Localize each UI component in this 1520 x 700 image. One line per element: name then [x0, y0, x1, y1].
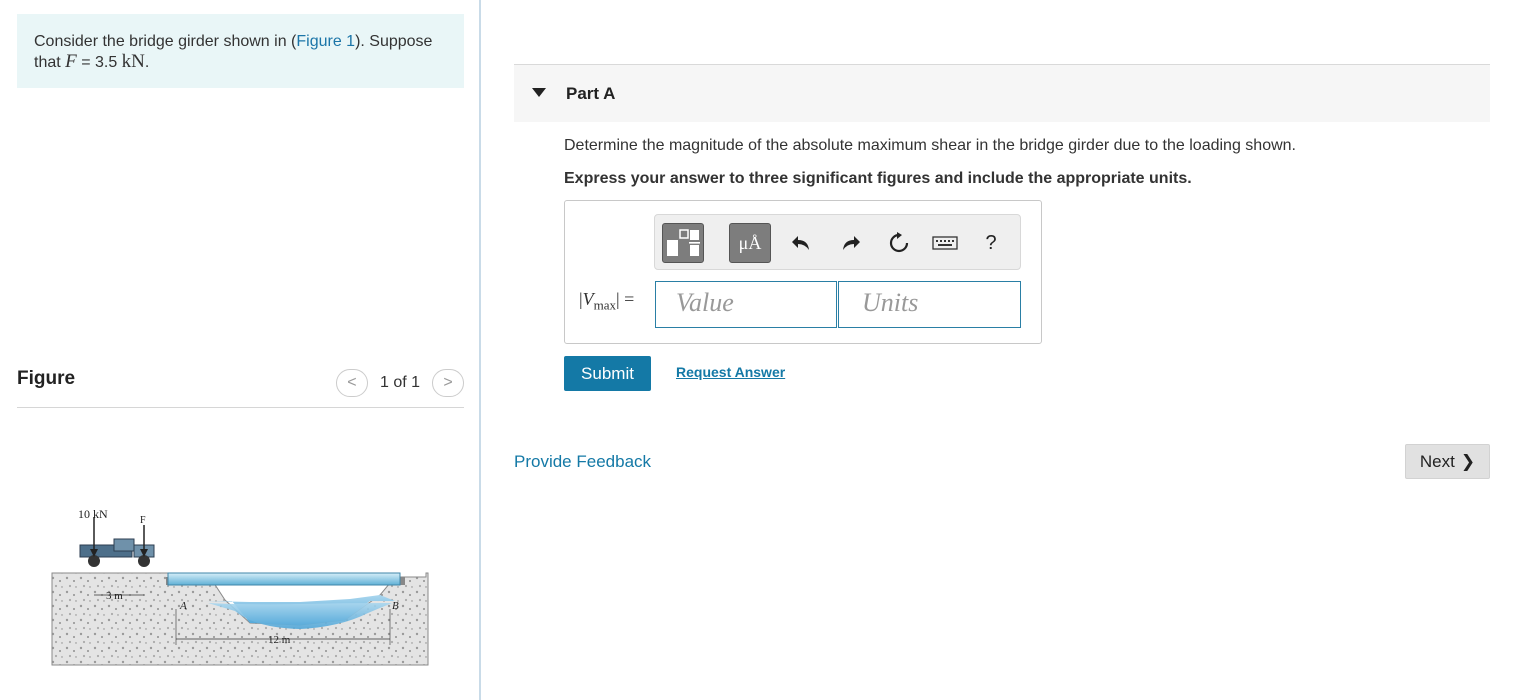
- support-a-label: A: [179, 600, 187, 612]
- problem-text: Consider the bridge girder shown in (: [34, 33, 297, 50]
- instruction-text: Express your answer to three significant…: [564, 170, 1192, 187]
- redo-icon[interactable]: [837, 229, 865, 257]
- bridge-girder-figure: 10 kN F 3 m A B 12 m: [51, 507, 429, 666]
- question-text: Determine the magnitude of the absolute …: [564, 137, 1296, 154]
- chevron-right-icon: >: [443, 374, 453, 391]
- prev-figure-button[interactable]: <: [335, 369, 368, 397]
- templates-button[interactable]: [662, 223, 704, 263]
- undo-icon[interactable]: [787, 229, 815, 257]
- load-label: 10 kN: [78, 507, 108, 521]
- span-label: 12 m: [268, 634, 291, 646]
- problem-statement: Consider the bridge girder shown in (Fig…: [17, 14, 464, 88]
- figure-pager: < 1 of 1 >: [335, 369, 464, 397]
- answer-var: V: [582, 289, 594, 309]
- figure-header: Figure < 1 of 1 >: [17, 364, 464, 408]
- support-b-label: B: [392, 600, 399, 612]
- figure-title: Figure: [17, 368, 76, 389]
- answer-box: μÅ ? |Vmax| = Value Units: [564, 200, 1042, 344]
- force-value: = 3.5: [76, 54, 122, 71]
- left-panel: Consider the bridge girder shown in (Fig…: [0, 0, 480, 700]
- math-toolbar: μÅ ?: [654, 214, 1021, 270]
- force-variable: F: [65, 51, 77, 72]
- reset-icon[interactable]: [885, 229, 913, 257]
- force-unit: kN: [121, 51, 145, 72]
- next-figure-button[interactable]: >: [432, 369, 464, 397]
- request-answer-link[interactable]: Request Answer: [676, 364, 785, 380]
- caret-down-icon: [532, 88, 546, 97]
- truck-spacing-label: 3 m: [106, 590, 123, 602]
- chevron-left-icon: <: [347, 374, 357, 391]
- part-title: Part A: [566, 84, 616, 103]
- value-input[interactable]: Value: [655, 281, 837, 328]
- problem-period: .: [144, 54, 150, 71]
- submit-button[interactable]: Submit: [564, 356, 651, 391]
- units-button[interactable]: μÅ: [729, 223, 771, 263]
- units-input[interactable]: Units: [838, 281, 1021, 328]
- answer-sub: max: [593, 297, 616, 313]
- units-symbol-icon: μÅ: [738, 232, 762, 253]
- panel-divider: [479, 0, 481, 700]
- force-label: F: [140, 515, 146, 526]
- figure-link[interactable]: Figure 1: [296, 33, 355, 50]
- next-button[interactable]: Next ❯: [1405, 444, 1490, 479]
- figure-page-count: 1 of 1: [379, 374, 420, 391]
- next-label: Next: [1419, 451, 1455, 471]
- help-icon[interactable]: ?: [977, 229, 1005, 257]
- answer-label: |Vmax| =: [579, 289, 635, 313]
- chevron-right-icon: ❯: [1460, 451, 1476, 471]
- provide-feedback-link[interactable]: Provide Feedback: [514, 452, 651, 472]
- part-a-header[interactable]: Part A: [514, 64, 1490, 122]
- templates-icon: [667, 229, 700, 256]
- keyboard-icon[interactable]: [931, 229, 959, 257]
